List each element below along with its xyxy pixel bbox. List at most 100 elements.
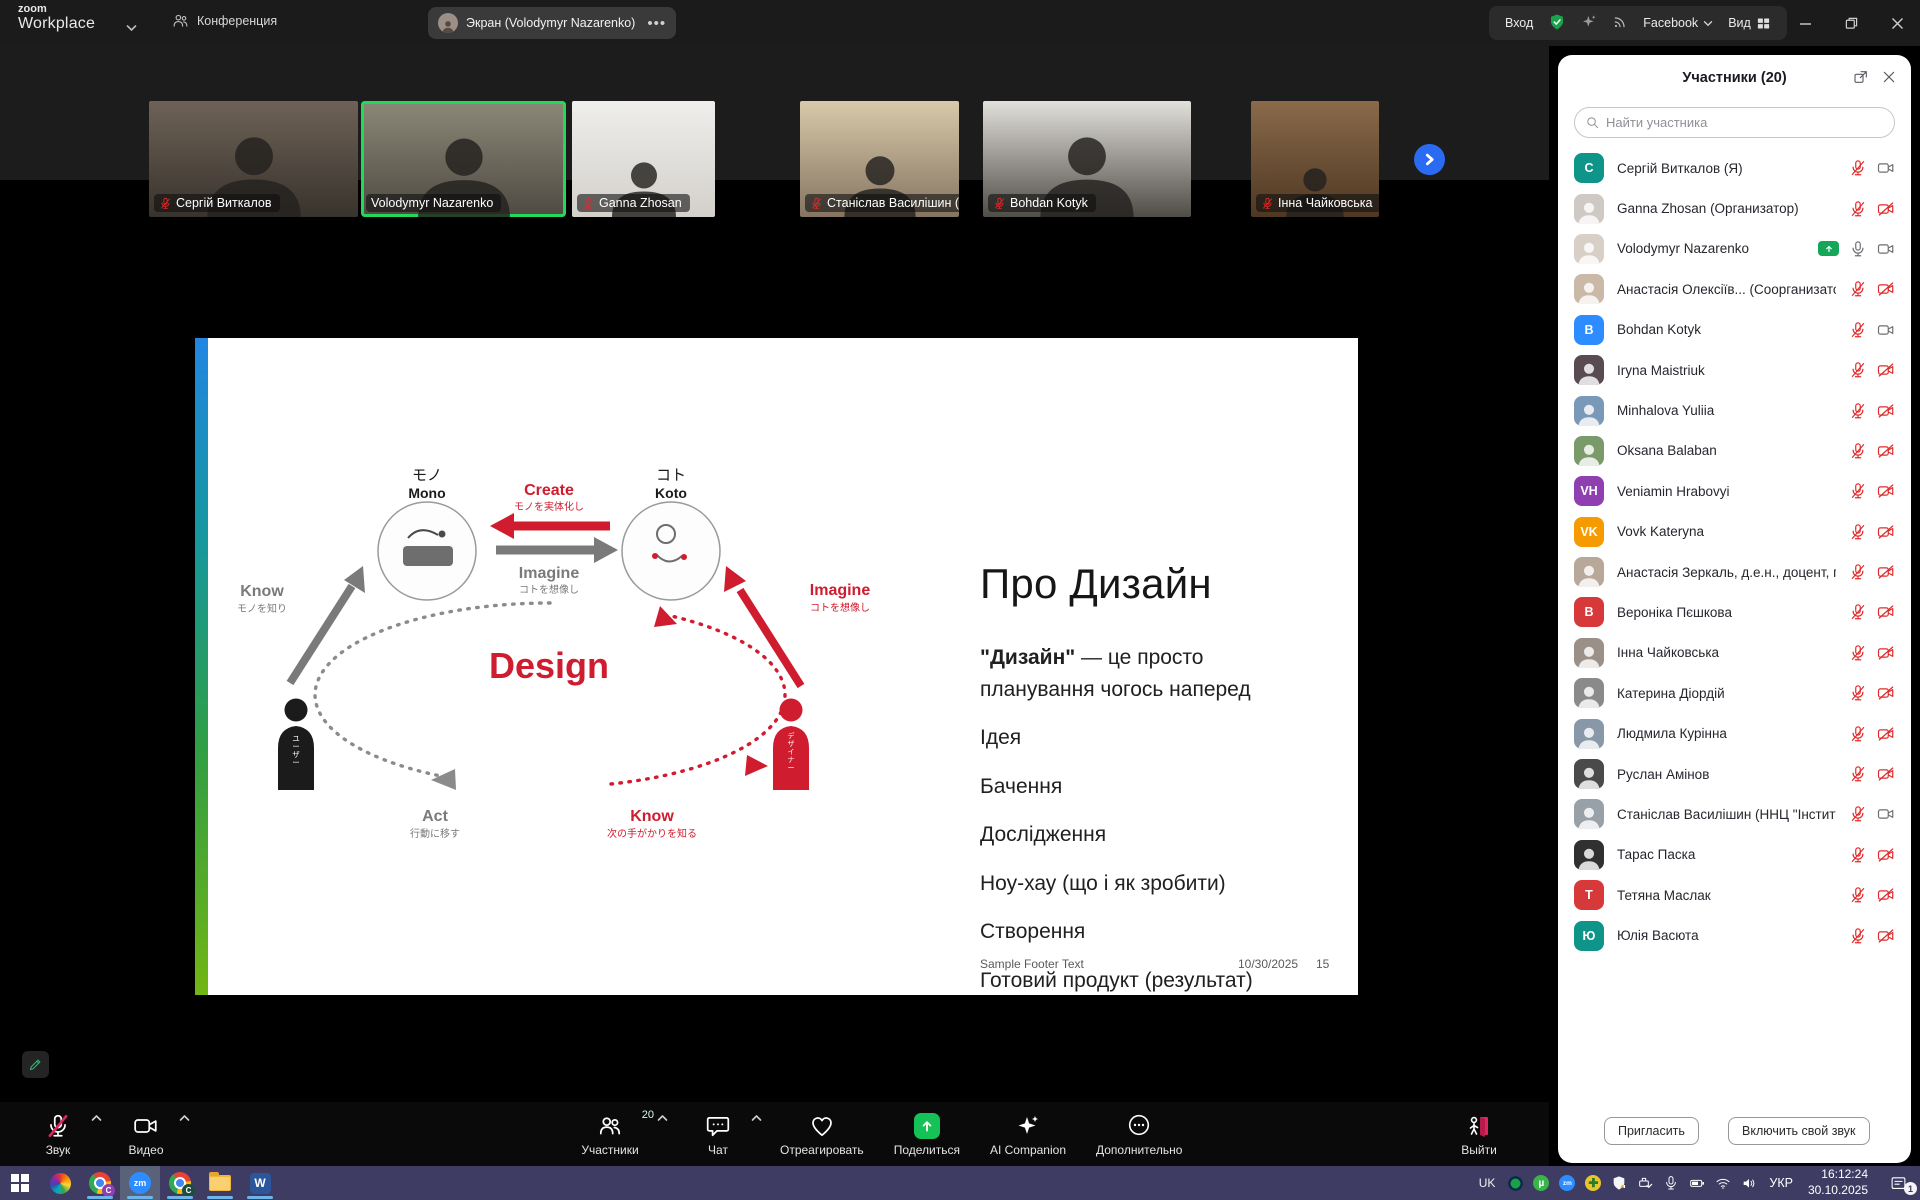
participant-row[interactable]: Volodymyr Nazarenko [1558, 229, 1911, 269]
tray-app-icon[interactable] [1503, 1166, 1528, 1200]
participant-row[interactable]: Катерина Діордій [1558, 673, 1911, 713]
video-name-chip: Сергій Виткалов [154, 194, 280, 212]
zoom-tray-icon[interactable]: zm [1554, 1166, 1580, 1200]
participants-list: CСергій Виткалов (Я)Ganna Zhosan (Органи… [1558, 146, 1911, 1103]
facebook-menu[interactable]: Facebook [1643, 16, 1713, 30]
utorrent-icon[interactable]: µ [1528, 1166, 1554, 1200]
mic-muted-icon [1849, 563, 1867, 581]
video-tile[interactable]: Ganna Zhosan [572, 101, 715, 217]
participant-row[interactable]: ВВероніка Пєшкова [1558, 592, 1911, 632]
avatar [1574, 396, 1604, 426]
participants-title: Участники (20) [1682, 70, 1786, 86]
mic-muted-icon [1849, 603, 1867, 621]
video-button[interactable]: Видео [102, 1102, 190, 1166]
battery-icon[interactable] [1684, 1166, 1710, 1200]
word-icon[interactable]: W [240, 1166, 280, 1200]
defender-shield-icon[interactable]: ! [1606, 1166, 1632, 1200]
participant-row[interactable]: Інна Чайковська [1558, 633, 1911, 673]
imagine-right-label: Imagine [810, 582, 871, 599]
know-left-jp-label: モノを知り [237, 602, 287, 615]
color-wheel-app-icon[interactable] [40, 1166, 80, 1200]
participant-row[interactable]: Станіслав Василішин (ННЦ "Інститут... [1558, 794, 1911, 834]
participant-row[interactable]: Анастасія Зеркаль, д.е.н., доцент, п... [1558, 552, 1911, 592]
participant-row[interactable]: Руслан Амінов [1558, 754, 1911, 794]
slide-title: Про Дизайн [980, 560, 1302, 608]
video-tile[interactable]: Інна Чайковська [1251, 101, 1379, 217]
participant-row[interactable]: TТетяна Маслак [1558, 875, 1911, 915]
unmute-self-button[interactable]: Включить свой звук [1728, 1117, 1870, 1145]
video-tile[interactable]: Сергій Виткалов [149, 101, 358, 217]
participant-row[interactable]: Minhalova Yuliia [1558, 390, 1911, 430]
video-tile[interactable]: Bohdan Kotyk [983, 101, 1191, 217]
participant-row[interactable]: Анастасія Олексіїв... (Соорганизатор) [1558, 269, 1911, 309]
clock[interactable]: 16:12:24 30.10.2025 [1800, 1167, 1876, 1198]
more-button[interactable]: Дополнительно [1084, 1102, 1194, 1166]
file-explorer-icon[interactable] [200, 1166, 240, 1200]
tab-more-icon[interactable]: ••• [647, 15, 666, 32]
mic-muted-icon [1849, 765, 1867, 783]
search-input[interactable] [1574, 107, 1895, 138]
mic-tray-icon[interactable] [1658, 1166, 1684, 1200]
participants-chevron[interactable] [657, 1111, 668, 1119]
audio-options-chevron[interactable] [91, 1111, 102, 1119]
zoom-taskbar-icon[interactable]: zm [120, 1166, 160, 1200]
chat-button[interactable]: Чат [674, 1102, 762, 1166]
react-button[interactable]: Отреагировать [768, 1102, 876, 1166]
notifications-button[interactable]: 1 [1876, 1166, 1920, 1200]
participant-row[interactable]: VKVovk Kateryna [1558, 512, 1911, 552]
camera-off-icon [1877, 523, 1895, 541]
participant-name: Iryna Maistriuk [1617, 363, 1836, 378]
leave-button[interactable]: Выйти [1435, 1102, 1523, 1166]
volume-icon[interactable] [1736, 1166, 1762, 1200]
participant-row[interactable]: ЮЮлія Васюта [1558, 915, 1911, 955]
annotate-button[interactable] [22, 1051, 49, 1078]
participant-row[interactable]: VHVeniamin Hrabovyi [1558, 471, 1911, 511]
live-stream-icon[interactable] [1612, 14, 1628, 33]
workspace-chevron-icon[interactable] [126, 19, 137, 37]
minimize-button[interactable] [1782, 0, 1828, 46]
tab-meeting[interactable]: Конференция [172, 13, 277, 28]
participant-name: Юлія Васюта [1617, 928, 1836, 943]
close-button[interactable] [1874, 0, 1920, 46]
audio-button[interactable]: Звук [14, 1102, 102, 1166]
usb-icon[interactable] [1632, 1166, 1658, 1200]
chrome-profile1-icon[interactable]: C [80, 1166, 120, 1200]
video-tile[interactable]: Volodymyr Nazarenko [361, 101, 566, 217]
participant-row[interactable]: Тарас Паска [1558, 835, 1911, 875]
wifi-icon[interactable] [1710, 1166, 1736, 1200]
start-button[interactable] [0, 1166, 40, 1200]
camera-on-icon [1877, 240, 1895, 258]
video-tile[interactable]: Станіслав Василішин (ННЦ... [800, 101, 959, 217]
slide-edge-strip [195, 338, 208, 995]
close-panel-icon[interactable] [1881, 69, 1897, 85]
chat-chevron[interactable] [751, 1111, 762, 1119]
next-videos-button[interactable] [1414, 144, 1445, 175]
chrome-profile2-icon[interactable]: C [160, 1166, 200, 1200]
tab-screen-share[interactable]: Экран (Volodymyr Nazarenko) ••• [428, 7, 676, 39]
participant-row[interactable]: BBohdan Kotyk [1558, 310, 1911, 350]
ai-companion-button[interactable]: AI Companion [978, 1102, 1078, 1166]
security-shield-icon[interactable] [1548, 13, 1566, 34]
popout-icon[interactable] [1853, 69, 1869, 85]
antivirus-icon[interactable]: ✚ [1580, 1166, 1606, 1200]
ai-sparkle-icon[interactable] [1581, 14, 1597, 33]
lang-short-indicator[interactable]: UK [1471, 1176, 1504, 1190]
participant-row[interactable]: CСергій Виткалов (Я) [1558, 148, 1911, 188]
participants-button[interactable]: 20 Участники [552, 1102, 668, 1166]
avatar [1574, 719, 1604, 749]
participant-name: Інна Чайковська [1617, 645, 1836, 660]
participant-row[interactable]: Oksana Balaban [1558, 431, 1911, 471]
invite-button[interactable]: Пригласить [1604, 1117, 1699, 1145]
slide-bullet: Дослідження [980, 819, 1302, 851]
view-menu[interactable]: Вид [1728, 16, 1771, 31]
restore-button[interactable] [1828, 0, 1874, 46]
lang-indicator[interactable]: УКР [1762, 1176, 1800, 1190]
share-button[interactable]: Поделиться [882, 1102, 972, 1166]
signin-button[interactable]: Вход [1505, 16, 1533, 30]
video-options-chevron[interactable] [179, 1111, 190, 1119]
participant-row[interactable]: Людмила Курінна [1558, 713, 1911, 753]
mic-muted-icon [159, 197, 172, 210]
participant-name: Анастасія Зеркаль, д.е.н., доцент, п... [1617, 565, 1836, 580]
participant-row[interactable]: Ganna Zhosan (Организатор) [1558, 188, 1911, 228]
participant-row[interactable]: Iryna Maistriuk [1558, 350, 1911, 390]
